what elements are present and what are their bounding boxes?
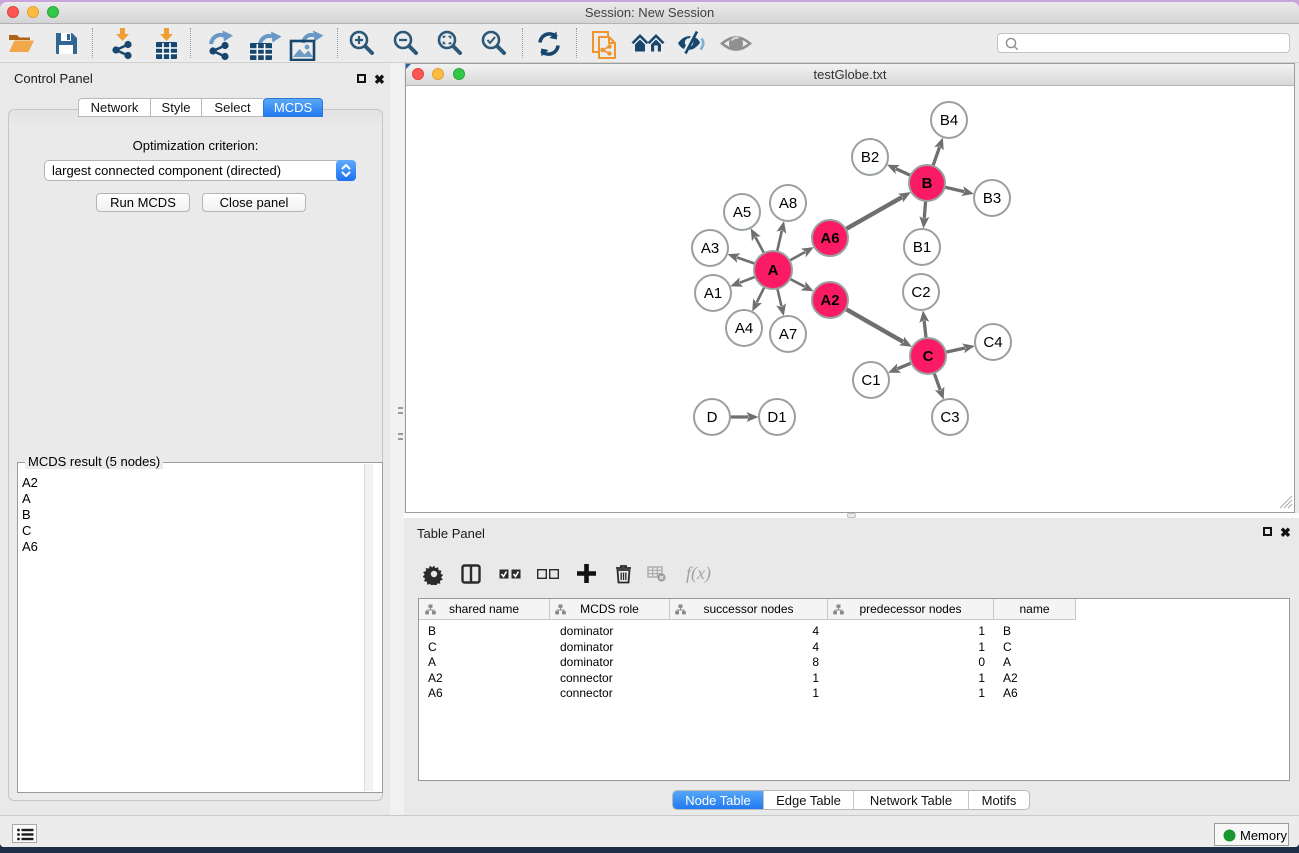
svg-text:A3: A3 (701, 240, 719, 257)
svg-text:C: C (923, 348, 934, 365)
svg-text:C3: C3 (940, 409, 959, 426)
svg-text:B3: B3 (983, 190, 1001, 207)
svg-text:C4: C4 (983, 334, 1002, 351)
svg-text:A: A (768, 262, 779, 279)
svg-text:B4: B4 (940, 112, 958, 129)
svg-text:B2: B2 (861, 149, 879, 166)
svg-text:C2: C2 (911, 284, 930, 301)
svg-text:A5: A5 (733, 204, 751, 221)
svg-text:B: B (922, 175, 933, 192)
svg-text:D: D (707, 409, 718, 426)
svg-text:B1: B1 (913, 239, 931, 256)
svg-text:A8: A8 (779, 195, 797, 212)
svg-text:A4: A4 (735, 320, 753, 337)
svg-text:C1: C1 (861, 372, 880, 389)
svg-text:A6: A6 (820, 230, 839, 247)
svg-text:A1: A1 (704, 285, 722, 302)
svg-text:A7: A7 (779, 326, 797, 343)
svg-text:D1: D1 (767, 409, 786, 426)
svg-text:A2: A2 (820, 292, 839, 309)
